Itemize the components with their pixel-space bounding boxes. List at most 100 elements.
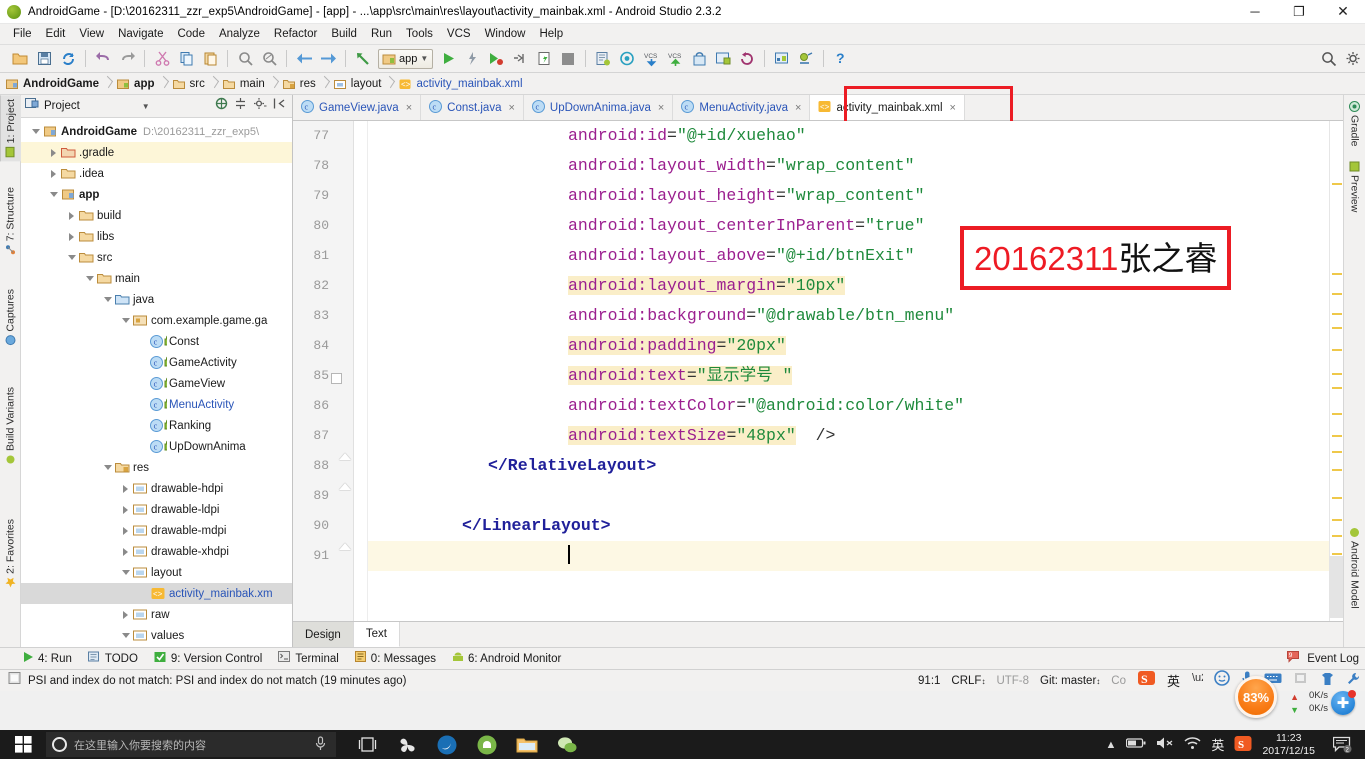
fold-gutter[interactable] — [336, 121, 354, 621]
maximize-button[interactable]: ❐ — [1277, 0, 1321, 24]
attach-debugger-icon[interactable] — [532, 48, 556, 70]
tree-node-layout[interactable]: layout — [21, 562, 292, 583]
chevron-down-icon[interactable] — [29, 121, 42, 142]
code-line[interactable]: android:textColor="@android:color/white" — [368, 391, 1329, 421]
gear-icon[interactable] — [253, 97, 267, 115]
menu-navigate[interactable]: Navigate — [111, 26, 170, 43]
avd-manager-icon[interactable] — [615, 48, 639, 70]
fold-triangle-icon[interactable] — [336, 471, 354, 501]
copy-icon[interactable] — [174, 48, 198, 70]
task-view-icon[interactable] — [348, 730, 386, 759]
code-line[interactable]: android:padding="20px" — [368, 331, 1329, 361]
tree-node-com-example-game-ga[interactable]: com.example.game.ga — [21, 310, 292, 331]
chevron-right-icon[interactable] — [119, 604, 132, 625]
breadcrumb-item-main[interactable]: main — [222, 78, 265, 90]
chevron-down-icon[interactable] — [119, 625, 132, 646]
breadcrumb-item-res[interactable]: res — [282, 78, 316, 90]
code-line[interactable]: android:background="@drawable/btn_menu" — [368, 301, 1329, 331]
code-line[interactable]: android:text="显示学号 " — [368, 361, 1329, 391]
toolwindow-android-monitor[interactable]: 6: Android Monitor — [452, 651, 561, 666]
tree-node-gameactivity[interactable]: c GameActivity — [21, 352, 292, 373]
start-icon[interactable] — [0, 730, 46, 759]
chevron-down-icon[interactable] — [47, 184, 60, 205]
menu-view[interactable]: View — [72, 26, 111, 43]
chevron-right-icon[interactable] — [47, 163, 60, 184]
fold-triangle-icon[interactable] — [336, 531, 354, 561]
tree-node-colors-xml[interactable]: <>colors.xml — [21, 646, 292, 647]
code-line[interactable]: </RelativeLayout> — [368, 451, 1329, 481]
editor-tab-const[interactable]: c Const.java × — [421, 95, 524, 120]
sidebar-item-android-model[interactable]: Android Model — [1344, 523, 1365, 613]
run-icon[interactable] — [436, 48, 460, 70]
editor-tab-menuactivity[interactable]: c MenuActivity.java × — [673, 95, 811, 120]
file-explorer-icon[interactable] — [508, 730, 546, 759]
sidebar-item-project[interactable]: 1: Project — [0, 95, 21, 162]
taskbar-clock[interactable]: 11:23 2017/12/15 — [1262, 732, 1315, 758]
editor-tab-activity-mainbak[interactable]: <> activity_mainbak.xml × — [810, 95, 965, 120]
code-line[interactable]: android:textSize="48px" /> — [368, 421, 1329, 451]
caret-position[interactable]: 91:1 — [918, 675, 940, 687]
event-log-button[interactable]: 9 Event Log — [1287, 650, 1359, 668]
undo-icon[interactable] — [91, 48, 115, 70]
tree-node-menuactivity[interactable]: c MenuActivity — [21, 394, 292, 415]
tree-node-androidgame[interactable]: AndroidGame D:\20162311_zzr_exp5\ — [21, 121, 292, 142]
redo-icon[interactable] — [115, 48, 139, 70]
cut-icon[interactable] — [150, 48, 174, 70]
sogou-taskbar-icon[interactable]: S — [1234, 735, 1252, 755]
menu-code[interactable]: Code — [170, 26, 212, 43]
tree-node-activity-mainbak-xm[interactable]: <> activity_mainbak.xm — [21, 583, 292, 604]
chevron-up-icon[interactable]: ▲ — [1106, 739, 1117, 751]
close-icon[interactable]: × — [658, 102, 664, 114]
menu-run[interactable]: Run — [364, 26, 399, 43]
menu-vcs[interactable]: VCS — [440, 26, 478, 43]
toolwindow-todo[interactable]: TODO — [87, 651, 138, 666]
editor-tab-gameview[interactable]: c GameView.java × — [293, 95, 422, 120]
tree-node-src[interactable]: src — [21, 247, 292, 268]
profile-icon[interactable] — [508, 48, 532, 70]
sidebar-item-favorites[interactable]: 2: Favorites — [0, 515, 21, 592]
chevron-right-icon[interactable] — [47, 142, 60, 163]
chevron-right-icon[interactable] — [65, 226, 78, 247]
wifi-icon[interactable] — [1184, 736, 1201, 753]
stop-icon[interactable] — [556, 48, 580, 70]
run-coverage-icon[interactable] — [484, 48, 508, 70]
chevron-down-icon[interactable] — [101, 457, 114, 478]
tree-node-java[interactable]: java — [21, 289, 292, 310]
chevron-right-icon[interactable] — [119, 520, 132, 541]
mic-icon[interactable] — [315, 735, 336, 754]
forward-icon[interactable] — [316, 48, 340, 70]
breadcrumb-item-layout[interactable]: layout — [333, 78, 381, 90]
code-line[interactable] — [368, 481, 1329, 511]
ime-skin-icon[interactable] — [1320, 671, 1335, 691]
layout-inspector-icon[interactable] — [687, 48, 711, 70]
breadcrumb-item-src[interactable]: src — [172, 78, 205, 90]
chevron-down-icon[interactable] — [83, 268, 96, 289]
collapse-all-icon[interactable] — [234, 97, 247, 115]
menu-build[interactable]: Build — [324, 26, 364, 43]
ime-settings-icon[interactable] — [1346, 671, 1361, 691]
fold-triangle-icon[interactable] — [336, 441, 354, 471]
run-configuration-selector[interactable]: app ▼ — [378, 48, 434, 69]
notification-center-icon[interactable]: 2 — [1325, 736, 1359, 753]
sync-gradle-icon[interactable] — [794, 48, 818, 70]
hide-icon[interactable] — [273, 97, 285, 115]
ime-mode-label[interactable]: 英 — [1167, 671, 1180, 690]
help-icon[interactable]: ? — [829, 48, 853, 70]
replace-icon[interactable] — [257, 48, 281, 70]
back-icon[interactable] — [292, 48, 316, 70]
paste-icon[interactable] — [198, 48, 222, 70]
toolwindow-messages[interactable]: 0: Messages — [354, 651, 436, 666]
tree-node-const[interactable]: c Const — [21, 331, 292, 352]
menu-file[interactable]: File — [6, 26, 39, 43]
ime-tools-icon[interactable] — [1293, 671, 1309, 690]
app-blue-icon[interactable] — [428, 730, 466, 759]
ime-indicator[interactable]: 英 — [1211, 735, 1224, 754]
search-icon[interactable] — [1317, 48, 1341, 70]
breakpoint-gutter[interactable] — [331, 121, 368, 621]
menu-refactor[interactable]: Refactor — [267, 26, 324, 43]
ime-punctuation-icon[interactable]: \u2019, — [1191, 671, 1229, 690]
tree-node-app[interactable]: app — [21, 184, 292, 205]
breadcrumb-item-app[interactable]: app — [117, 78, 155, 90]
git-branch[interactable]: Git: master↕ — [1040, 675, 1100, 687]
chevron-right-icon[interactable] — [119, 478, 132, 499]
